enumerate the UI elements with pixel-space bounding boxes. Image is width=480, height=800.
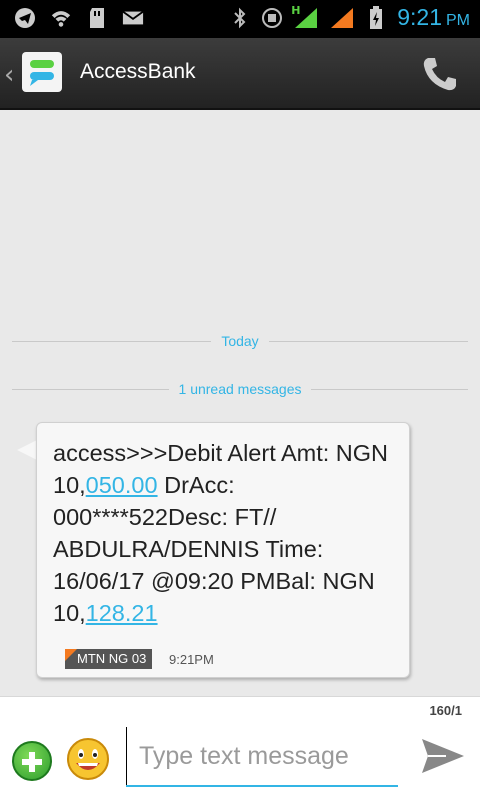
network-type-label: H — [291, 3, 301, 17]
message-link-amount[interactable]: 050.00 — [86, 472, 158, 498]
message-bubble[interactable]: access>>>Debit Alert Amt: NGN 10,050.00 … — [36, 422, 410, 678]
usb-icon — [261, 7, 283, 29]
message-input[interactable] — [126, 727, 398, 785]
message-text: access>>>Debit Alert Amt: NGN 10,050.00 … — [53, 437, 401, 629]
clock-ampm: PM — [446, 12, 470, 29]
smiley-icon[interactable] — [66, 737, 110, 781]
back-chevron-icon[interactable]: ‹ — [4, 60, 14, 90]
phone-icon[interactable] — [420, 54, 460, 94]
sd-card-icon — [86, 7, 108, 29]
status-bar: H 9:21 PM — [0, 0, 480, 38]
add-icon[interactable] — [12, 741, 52, 781]
bluetooth-icon — [229, 7, 251, 29]
wifi-icon — [50, 7, 72, 29]
bubble-tail — [17, 440, 37, 460]
clock: 9:21 PM — [397, 4, 470, 30]
action-bar: ‹ AccessBank — [0, 38, 480, 110]
sim-badge: MTN NG 03 — [65, 649, 153, 669]
conversation-list[interactable]: Today 1 unread messages access>>>Debit A… — [0, 110, 480, 696]
char-counter: 160/1 — [429, 703, 462, 718]
date-divider-label: Today — [221, 333, 259, 349]
message-input-field[interactable] — [126, 727, 398, 787]
signal-icon-2 — [329, 7, 355, 29]
compose-bar: 160/1 — [0, 696, 480, 800]
messaging-app-icon[interactable] — [20, 50, 64, 94]
mail-icon — [122, 7, 144, 29]
battery-icon — [365, 5, 387, 29]
signal-icon: H — [291, 3, 319, 29]
message-timestamp: 9:21PM — [169, 652, 214, 667]
unread-divider: 1 unread messages — [12, 380, 468, 398]
date-divider: Today — [12, 332, 469, 350]
unread-divider-label: 1 unread messages — [178, 381, 302, 397]
contact-title: AccessBank — [80, 60, 196, 83]
send-icon[interactable] — [420, 737, 466, 775]
telegram-icon — [14, 7, 36, 29]
message-link-balance[interactable]: 128.21 — [86, 600, 158, 626]
